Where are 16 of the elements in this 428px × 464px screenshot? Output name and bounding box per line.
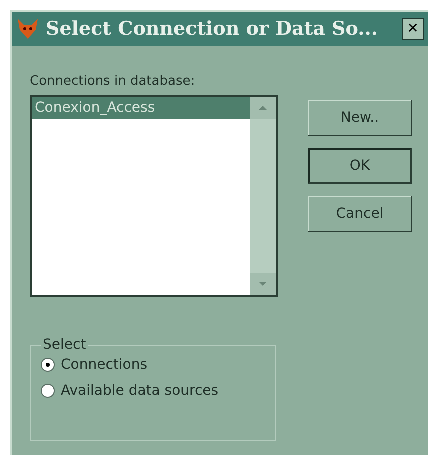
radio-option[interactable]: Available data sources bbox=[41, 383, 265, 399]
dialog-button[interactable]: New.. bbox=[308, 100, 412, 136]
dialog-button[interactable]: OK bbox=[308, 148, 412, 184]
fox-icon bbox=[16, 18, 40, 40]
dialog-button[interactable]: Cancel bbox=[308, 196, 412, 232]
scrollbar[interactable] bbox=[250, 97, 276, 295]
group-title: Select bbox=[42, 337, 88, 353]
radio-icon[interactable] bbox=[41, 384, 55, 398]
window-title: Select Connection or Data So... bbox=[46, 18, 379, 40]
list-item[interactable]: Conexion_Access bbox=[32, 97, 250, 119]
list-label: Connections in database: bbox=[30, 74, 196, 89]
scroll-down-icon[interactable] bbox=[250, 273, 276, 295]
close-button[interactable]: ✕ bbox=[402, 18, 424, 40]
radio-option[interactable]: Connections bbox=[41, 357, 265, 373]
scroll-up-icon[interactable] bbox=[250, 97, 276, 119]
radio-icon[interactable] bbox=[41, 358, 55, 372]
